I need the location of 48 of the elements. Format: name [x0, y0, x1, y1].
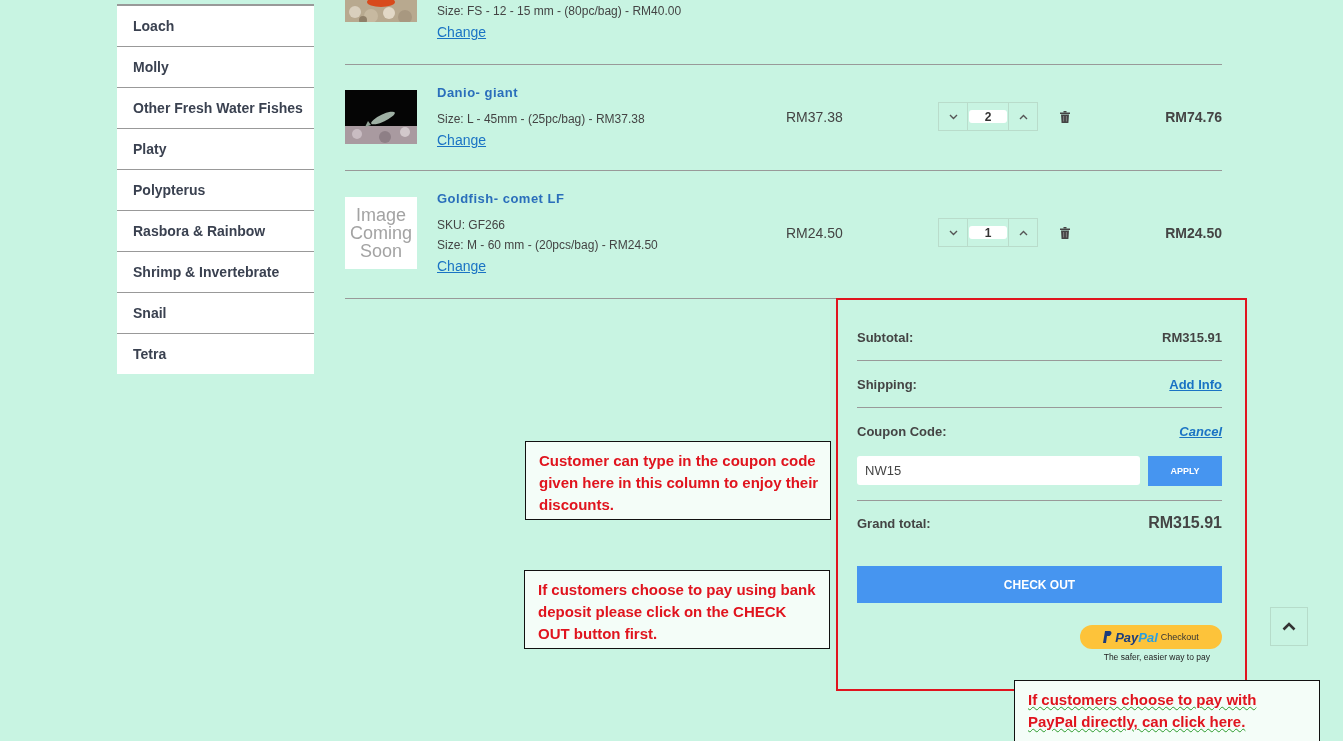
category-item[interactable]: Tetra [117, 334, 314, 374]
category-item[interactable]: Loach [117, 6, 314, 47]
change-link[interactable]: Change [437, 24, 487, 40]
chevron-up-icon [1018, 229, 1028, 236]
trash-icon[interactable] [1060, 226, 1070, 239]
quantity-field[interactable]: 1 [969, 226, 1007, 239]
grand-total-value: RM315.91 [1148, 514, 1222, 532]
category-item[interactable]: Platy [117, 129, 314, 170]
placeholder-text: Image Coming Soon [349, 205, 413, 260]
product-name[interactable]: Goldfish- comet LF [437, 191, 786, 206]
annotation-note: If customers choose to pay with PayPal directly, can click here. [1014, 680, 1320, 741]
paypal-button[interactable]: PayPal Checkout [1080, 625, 1222, 649]
coupon-label: Coupon Code: [857, 423, 947, 439]
category-item[interactable]: Molly [117, 47, 314, 88]
trash-icon[interactable] [1060, 110, 1070, 123]
product-size: Size: FS - 12 - 15 mm - (80pc/bag) - RM40.00 [437, 4, 683, 18]
shipping-label: Shipping: [857, 376, 917, 392]
line-total: RM74.76 [1165, 108, 1222, 125]
paypal-icon [1103, 631, 1113, 643]
subtotal-label: Subtotal: [857, 330, 914, 345]
unit-price: RM24.50 [786, 224, 844, 241]
annotation-note: Customer can type in the coupon code given here in this column to enjoy their discounts. [525, 441, 831, 520]
chevron-down-icon [948, 113, 958, 120]
change-link[interactable]: Change [437, 258, 487, 274]
product-size: Size: L - 45mm - (25pc/bag) - RM37.38 [437, 112, 646, 126]
category-item[interactable]: Polypterus [117, 170, 314, 211]
unit-price: RM37.38 [786, 108, 844, 125]
product-size: Size: M - 60 mm - (20pcs/bag) - RM24.50 [437, 238, 659, 252]
annotation-note: If customers choose to pay using bank deposit please click on the CHECK OUT button first. [524, 570, 830, 649]
product-sku: SKU: GF266 [437, 218, 507, 232]
scroll-top-button[interactable] [1270, 607, 1308, 646]
line-total: RM24.50 [1165, 224, 1222, 241]
chevron-up-icon [1282, 622, 1296, 631]
change-link[interactable]: Change [437, 132, 487, 148]
add-info-link[interactable]: Add Info [1169, 376, 1222, 392]
cancel-link[interactable]: Cancel [1179, 423, 1222, 439]
category-item[interactable]: Snail [117, 293, 314, 334]
grand-total-label: Grand total: [857, 515, 931, 531]
chevron-down-icon [948, 229, 958, 236]
chevron-up-icon [1018, 113, 1028, 120]
category-item[interactable]: Other Fresh Water Fishes [117, 88, 314, 129]
coupon-field[interactable]: NW15 [857, 456, 1140, 485]
quantity-field[interactable]: 2 [969, 110, 1007, 123]
category-item[interactable]: Rasbora & Rainbow [117, 211, 314, 252]
paypal-tagline: The safer, easier way to pay [1103, 652, 1210, 662]
category-item[interactable]: Shrimp & Invertebrate [117, 252, 314, 293]
product-name[interactable]: Danio- giant [437, 85, 786, 100]
subtotal-value: RM315.91 [1162, 330, 1222, 345]
